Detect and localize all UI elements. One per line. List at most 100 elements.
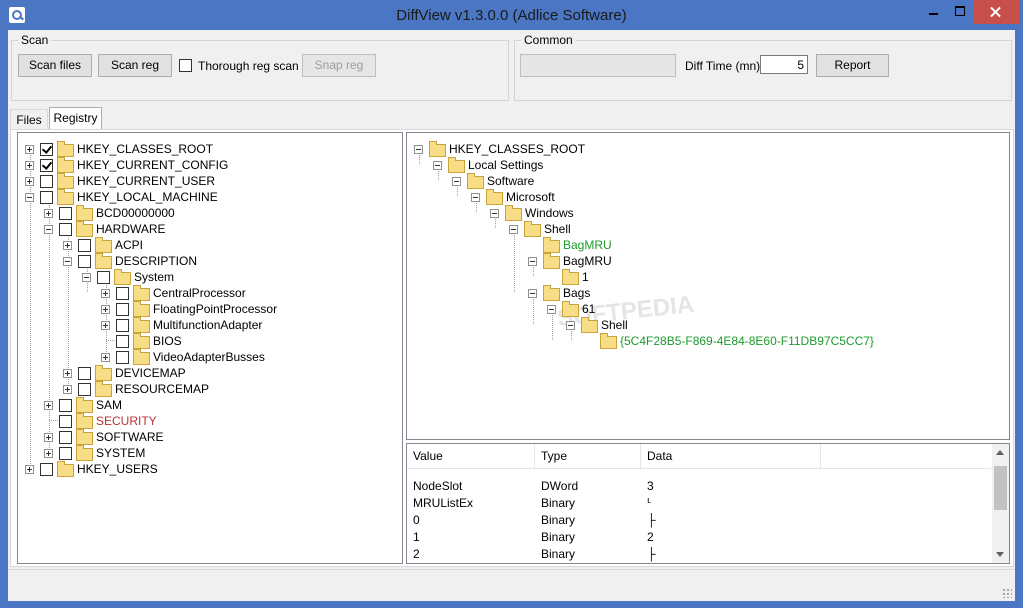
checkbox[interactable] <box>59 431 72 444</box>
collapse-icon[interactable] <box>414 145 423 154</box>
checkbox[interactable] <box>59 207 72 220</box>
node-label: ACPI <box>115 238 144 252</box>
folder-icon <box>76 445 93 461</box>
thorough-reg-scan-checkbox[interactable] <box>179 59 192 72</box>
checkbox[interactable] <box>97 271 110 284</box>
scroll-up-icon[interactable] <box>996 450 1004 455</box>
checkbox[interactable] <box>116 319 129 332</box>
column-header-data[interactable]: Data <box>641 444 821 468</box>
expand-icon[interactable] <box>25 161 34 170</box>
folder-icon <box>95 381 112 397</box>
column-header-type[interactable]: Type <box>535 444 641 468</box>
node-label: DEVICEMAP <box>115 366 186 380</box>
node-label: HARDWARE <box>96 222 166 236</box>
node-label: HKEY_CURRENT_CONFIG <box>77 158 229 172</box>
scan-files-button[interactable]: Scan files <box>18 54 92 77</box>
node-label: MultifunctionAdapter <box>153 318 263 332</box>
node-label: DESCRIPTION <box>115 254 198 268</box>
checkbox[interactable] <box>40 175 53 188</box>
expand-icon[interactable] <box>44 433 53 442</box>
expand-icon[interactable] <box>63 385 72 394</box>
resize-grip-icon[interactable] <box>1002 588 1012 598</box>
tab-registry[interactable]: Registry <box>49 107 102 130</box>
table-row[interactable]: NodeSlot DWord 3 <box>407 478 991 495</box>
collapse-icon[interactable] <box>25 193 34 202</box>
checkbox[interactable] <box>78 383 91 396</box>
checkbox[interactable] <box>78 367 91 380</box>
collapse-icon[interactable] <box>471 193 480 202</box>
table-row[interactable]: 0 Binary ├ <box>407 512 991 529</box>
column-header-value[interactable]: Value <box>407 444 535 468</box>
scan-reg-button[interactable]: Scan reg <box>98 54 172 77</box>
minimize-button[interactable] <box>919 0 947 24</box>
folder-icon <box>114 269 131 285</box>
scroll-down-icon[interactable] <box>996 552 1004 557</box>
report-button[interactable]: Report <box>816 54 889 77</box>
checkbox[interactable] <box>40 463 53 476</box>
folder-icon <box>57 157 74 173</box>
table-row[interactable]: 3 Binary ├ <box>407 563 991 564</box>
checkbox[interactable] <box>78 255 91 268</box>
expand-icon[interactable] <box>25 145 34 154</box>
expand-icon[interactable] <box>44 449 53 458</box>
collapse-icon[interactable] <box>63 257 72 266</box>
common-blank-button[interactable] <box>520 54 676 77</box>
snap-reg-button[interactable]: Snap reg <box>302 54 376 77</box>
expand-icon[interactable] <box>25 177 34 186</box>
table-row[interactable]: MRUListEx Binary ᒻ <box>407 495 991 512</box>
right-diff-tree[interactable]: SOFTPEDIA HKEY_CLASSES_ROOT Local Settin… <box>406 132 1010 440</box>
checkbox[interactable] <box>116 303 129 316</box>
expand-icon[interactable] <box>44 401 53 410</box>
vertical-scrollbar[interactable] <box>992 444 1009 563</box>
diff-time-input[interactable]: 5 <box>760 55 808 74</box>
expand-icon[interactable] <box>25 465 34 474</box>
maximize-button[interactable] <box>947 0 973 24</box>
close-button[interactable] <box>973 0 1019 24</box>
collapse-icon[interactable] <box>528 289 537 298</box>
cell-data: ├ <box>647 547 656 561</box>
checkbox[interactable] <box>40 159 53 172</box>
table-row[interactable]: 1 Binary 2 <box>407 529 991 546</box>
expand-icon[interactable] <box>101 321 110 330</box>
checkbox[interactable] <box>40 143 53 156</box>
table-row[interactable]: 2 Binary ├ <box>407 546 991 563</box>
folder-icon <box>543 237 560 253</box>
folder-icon <box>524 221 541 237</box>
checkbox[interactable] <box>40 191 53 204</box>
checkbox[interactable] <box>59 223 72 236</box>
expand-icon[interactable] <box>101 353 110 362</box>
left-registry-tree[interactable]: HKEY_CLASSES_ROOT HKEY_CURRENT_CONFIG HK… <box>17 132 403 564</box>
scan-group-label: Scan <box>18 33 52 47</box>
node-label: System <box>134 270 175 284</box>
expand-icon[interactable] <box>44 209 53 218</box>
expand-icon[interactable] <box>101 289 110 298</box>
tab-files[interactable]: Files <box>10 109 48 130</box>
collapse-icon[interactable] <box>509 225 518 234</box>
checkbox[interactable] <box>59 415 72 428</box>
checkbox[interactable] <box>116 351 129 364</box>
collapse-icon[interactable] <box>82 273 91 282</box>
collapse-icon[interactable] <box>528 257 537 266</box>
values-list[interactable]: Value Type Data NodeSlot DWord 3 MRUList… <box>406 443 1010 564</box>
cell-data: ᒻ <box>647 496 652 510</box>
cell-type: Binary <box>541 496 576 510</box>
checkbox[interactable] <box>59 399 72 412</box>
expand-icon[interactable] <box>101 305 110 314</box>
checkbox[interactable] <box>78 239 91 252</box>
folder-icon <box>562 301 579 317</box>
node-label: CentralProcessor <box>153 286 246 300</box>
checkbox[interactable] <box>116 335 129 348</box>
collapse-icon[interactable] <box>44 225 53 234</box>
node-label: SOFTWARE <box>96 430 164 444</box>
folder-icon <box>543 285 560 301</box>
checkbox[interactable] <box>59 447 72 460</box>
collapse-icon[interactable] <box>547 305 556 314</box>
expand-icon[interactable] <box>63 241 72 250</box>
collapse-icon[interactable] <box>433 161 442 170</box>
scroll-thumb[interactable] <box>994 466 1007 510</box>
collapse-icon[interactable] <box>452 177 461 186</box>
expand-icon[interactable] <box>63 369 72 378</box>
collapse-icon[interactable] <box>490 209 499 218</box>
collapse-icon[interactable] <box>566 321 575 330</box>
checkbox[interactable] <box>116 287 129 300</box>
